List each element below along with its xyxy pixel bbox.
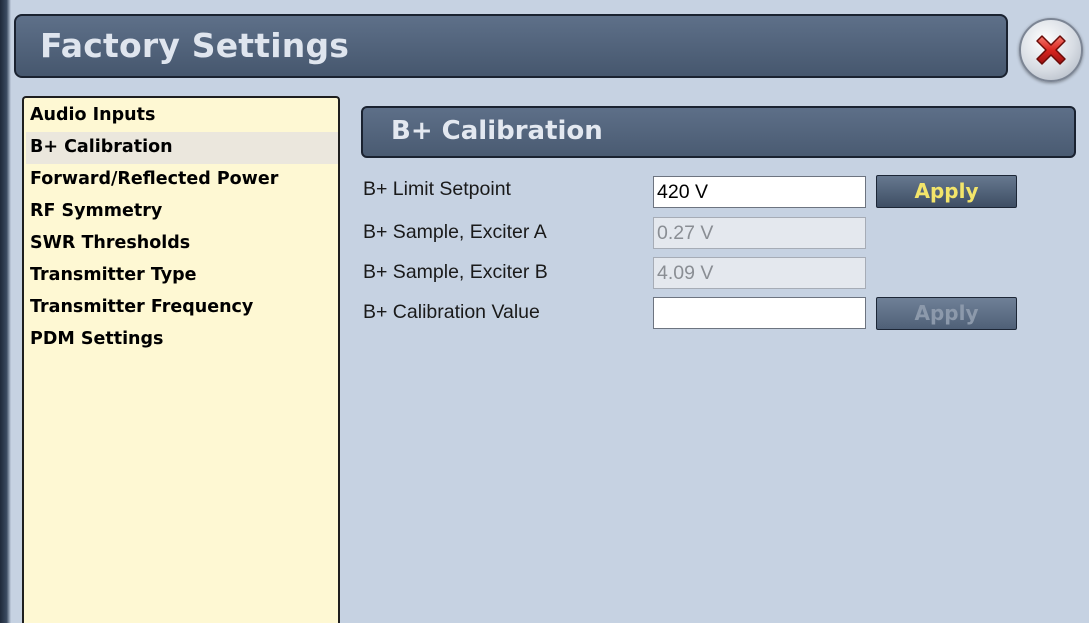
nav-item-pdm-settings[interactable]: PDM Settings xyxy=(26,324,338,356)
section-title: B+ Calibration xyxy=(391,116,603,146)
sample-exciter-a-field xyxy=(653,217,866,249)
title-bar: Factory Settings xyxy=(14,14,1008,78)
section-header: B+ Calibration xyxy=(361,106,1076,158)
nav-item-forward-reflected-power[interactable]: Forward/Reflected Power xyxy=(26,164,338,196)
sample-exciter-a-label: B+ Sample, Exciter A xyxy=(363,221,547,243)
nav-item-swr-thresholds[interactable]: SWR Thresholds xyxy=(26,228,338,260)
limit-setpoint-apply-button[interactable]: Apply xyxy=(876,175,1017,208)
window-frame-edge xyxy=(0,0,11,623)
nav-item-rf-symmetry[interactable]: RF Symmetry xyxy=(26,196,338,228)
calibration-value-label: B+ Calibration Value xyxy=(363,301,540,323)
settings-nav-list: Audio Inputs B+ Calibration Forward/Refl… xyxy=(22,96,340,623)
close-x-icon xyxy=(1036,35,1066,65)
nav-item-transmitter-type[interactable]: Transmitter Type xyxy=(26,260,338,292)
limit-setpoint-input[interactable] xyxy=(653,176,866,208)
nav-item-audio-inputs[interactable]: Audio Inputs xyxy=(26,100,338,132)
sample-exciter-b-field xyxy=(653,257,866,289)
calibration-value-apply-button[interactable]: Apply xyxy=(876,297,1017,330)
sample-exciter-b-label: B+ Sample, Exciter B xyxy=(363,261,548,283)
nav-item-b-plus-calibration[interactable]: B+ Calibration xyxy=(26,132,338,164)
close-button[interactable] xyxy=(1019,18,1083,82)
nav-item-transmitter-frequency[interactable]: Transmitter Frequency xyxy=(26,292,338,324)
limit-setpoint-label: B+ Limit Setpoint xyxy=(363,178,511,200)
window-title: Factory Settings xyxy=(40,26,350,65)
calibration-value-input[interactable] xyxy=(653,297,866,329)
